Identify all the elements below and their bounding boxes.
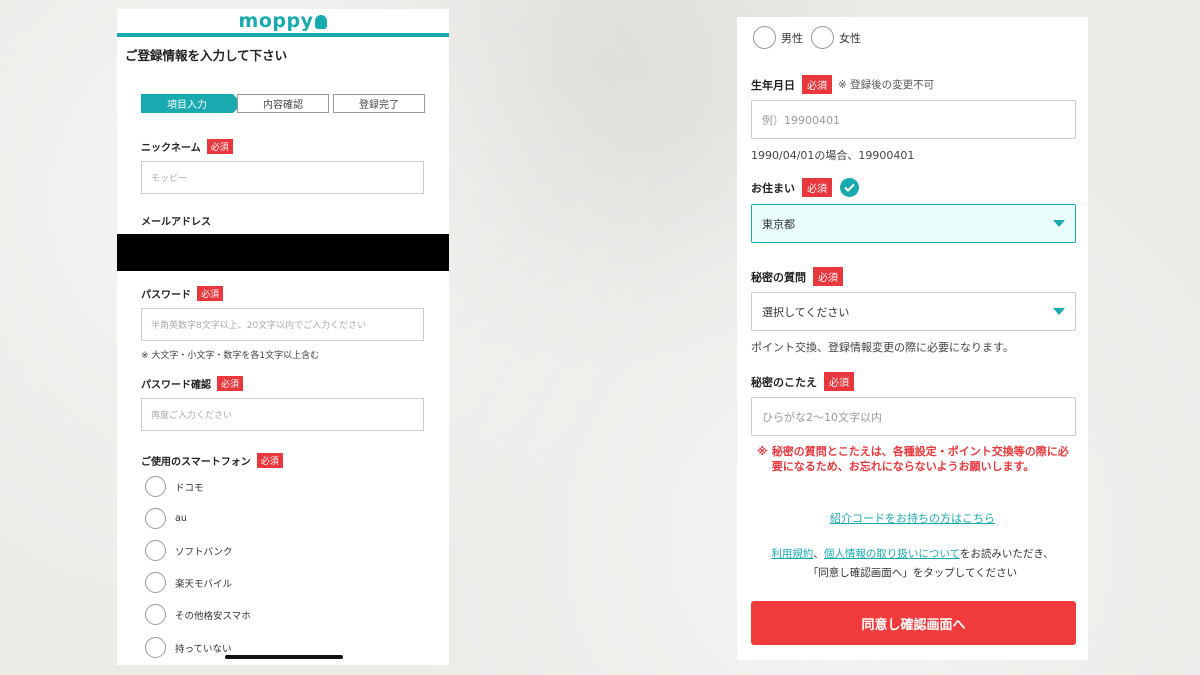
required-badge: 必須 [217,376,244,391]
warning-mark: ※ [757,445,768,458]
required-badge: 必須 [813,267,843,286]
step-complete: 登録完了 [333,94,425,113]
step-input: 項目入力 [141,94,242,113]
required-badge: 必須 [206,139,233,154]
header-bar: moppy [117,9,449,37]
secret-question-label: 秘密の質問 必須 [751,267,843,286]
required-badge: 必須 [824,372,854,391]
required-badge: 必須 [197,286,224,301]
separator: 、 [813,548,824,560]
secret-answer-input[interactable]: ひらがな2〜10文字以内 [751,397,1076,436]
moppy-logo: moppy [239,10,328,32]
secret-question-hint: ポイント交換、登録情報変更の際に必要になります。 [751,341,1014,354]
radio-none[interactable]: 持っていない [145,637,232,658]
radio-other-mvno[interactable]: その他格安スマホ [145,604,251,625]
step-confirm: 内容確認 [237,94,329,113]
password-input[interactable]: 半角英数字8文字以上、20文字以内でご入力ください [141,308,424,341]
agree-text-2: 「同意し確認画面へ」をタップしてください [807,567,1018,579]
radio-circle[interactable] [145,508,166,529]
smartphone-label: ご使用のスマートフォン 必須 [141,453,283,468]
residence-value: 東京都 [762,217,795,231]
radio-label: ドコモ [175,482,204,494]
secret-answer-placeholder: ひらがな2〜10文字以内 [762,410,882,424]
nickname-input[interactable]: モッピー [141,161,424,194]
password-confirm-label-text: パスワード確認 [141,380,211,391]
nickname-label-text: ニックネーム [141,143,201,154]
password-confirm-input[interactable]: 再度ご入力ください [141,398,424,431]
password-confirm-label: パスワード確認 必須 [141,376,244,391]
radio-label: ソフトバンク [175,546,233,558]
radio-circle[interactable] [145,476,166,497]
secret-question-select[interactable]: 選択してください [751,292,1076,331]
warning-text: 秘密の質問とこたえは、各種設定・ポイント交換等の際に必要になるため、お忘れになら… [771,445,1069,473]
redacted-email-field[interactable] [117,234,449,271]
radio-circle[interactable] [145,540,166,561]
radio-male[interactable]: 男性 [753,26,803,49]
password-label-text: パスワード [141,290,191,301]
birthday-note: ※ 登録後の変更不可 [838,79,935,91]
residence-select[interactable]: 東京都 [751,204,1076,243]
chevron-down-icon [1053,308,1065,315]
terms-link[interactable]: 利用規約 [771,548,813,560]
radio-label: 男性 [781,31,803,45]
nickname-placeholder: モッピー [151,174,188,184]
radio-female[interactable]: 女性 [811,26,861,49]
check-icon [840,178,859,197]
home-indicator [225,655,343,659]
agreement-text: 利用規約、個人情報の取り扱いについてをお読みいただき、 「同意し確認画面へ」をタ… [737,545,1088,583]
radio-rakuten[interactable]: 楽天モバイル [145,572,232,593]
referral-code-link[interactable]: 紹介コードをお持ちの方はこちら [737,510,1088,526]
radio-circle[interactable] [145,572,166,593]
password-note: ※ 大文字・小文字・数字を各1文字以上含む [141,351,320,361]
password-confirm-placeholder: 再度ご入力ください [151,411,233,421]
moppy-mascot-icon [315,15,328,29]
birthday-input[interactable]: 例）19900401 [751,100,1076,139]
radio-circle[interactable] [145,604,166,625]
registration-form-left: moppy ご登録情報を入力して下さい 項目入力 内容確認 登録完了 ニックネー… [117,9,449,665]
radio-docomo[interactable]: ドコモ [145,476,204,497]
radio-label: その他格安スマホ [175,610,251,622]
chevron-down-icon [1053,220,1065,227]
gender-radio-group: 男性 女性 [753,26,869,49]
radio-au[interactable]: au [145,508,187,529]
radio-circle[interactable] [145,637,166,658]
radio-label: 女性 [839,31,861,45]
radio-label: au [175,513,187,524]
password-placeholder: 半角英数字8文字以上、20文字以内でご入力ください [151,321,367,331]
secret-warning: ※ 秘密の質問とこたえは、各種設定・ポイント交換等の際に必要になるため、お忘れにな… [757,444,1079,474]
radio-circle[interactable] [753,26,776,49]
smartphone-label-text: ご使用のスマートフォン [141,457,251,468]
required-badge: 必須 [802,178,832,197]
email-label: メールアドレス [141,213,211,228]
nickname-label: ニックネーム 必須 [141,139,233,154]
secret-answer-label: 秘密のこたえ 必須 [751,372,854,391]
birthday-hint: 1990/04/01の場合、19900401 [751,149,915,162]
logo-text: moppy [238,10,314,32]
password-label: パスワード 必須 [141,286,224,301]
radio-softbank[interactable]: ソフトバンク [145,540,232,561]
secret-answer-label-text: 秘密のこたえ [751,375,817,389]
privacy-link[interactable]: 個人情報の取り扱いについて [824,548,960,560]
birthday-placeholder: 例）19900401 [762,113,840,127]
secret-question-label-text: 秘密の質問 [751,270,806,284]
residence-label: お住まい 必須 [751,178,859,197]
residence-label-text: お住まい [751,181,795,195]
agree-text-1: をお読みいただき、 [959,548,1054,560]
birthday-label: 生年月日 必須 ※ 登録後の変更不可 [751,75,934,94]
radio-circle[interactable] [811,26,834,49]
progress-steps: 項目入力 内容確認 登録完了 [141,94,429,113]
secret-question-value: 選択してください [762,305,850,319]
required-badge: 必須 [802,75,832,94]
registration-form-right: 男性 女性 生年月日 必須 ※ 登録後の変更不可 例）19900401 1990/0… [737,17,1088,660]
birthday-label-text: 生年月日 [751,78,795,92]
email-label-text: メールアドレス [141,217,211,228]
radio-label: 楽天モバイル [175,578,233,590]
agree-confirm-button[interactable]: 同意し確認画面へ [751,601,1076,645]
required-badge: 必須 [256,453,283,468]
radio-label: 持っていない [175,643,232,655]
page-title: ご登録情報を入力して下さい [125,48,288,63]
